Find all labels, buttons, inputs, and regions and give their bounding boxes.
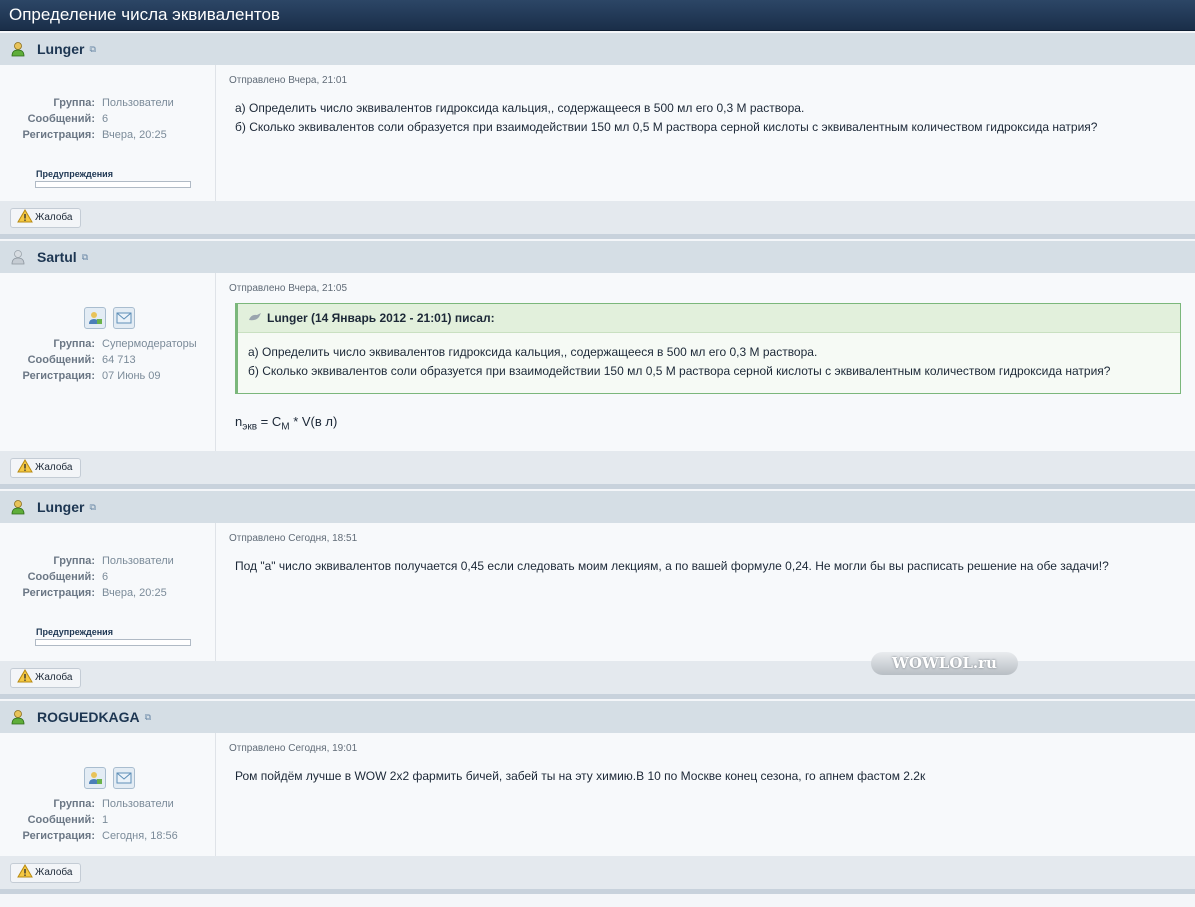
quote-icon <box>248 311 262 325</box>
group-value: Пользователи <box>102 555 174 567</box>
quote-header: Lunger (14 Январь 2012 - 21:01) писал: <box>238 304 1180 333</box>
user-online-icon <box>10 709 26 725</box>
group-label: Группа: <box>53 798 95 810</box>
profile-card-icon[interactable] <box>83 307 106 329</box>
quote-line: а) Определить число эквивалентов гидрокс… <box>248 345 818 359</box>
posts-count: 6 <box>102 571 109 583</box>
group-label: Группа: <box>53 97 95 109</box>
formula-n-sub: экв <box>242 421 258 433</box>
author-name-link[interactable]: Lunger <box>37 499 84 515</box>
posts-label: Сообщений: <box>27 571 95 583</box>
post-text: Под "а" число эквивалентов получается 0,… <box>229 557 1195 576</box>
report-button[interactable]: Жалоба <box>10 862 82 883</box>
formula-c-sub: M <box>281 421 290 433</box>
group-value: Пользователи <box>102 97 174 109</box>
author-name-link[interactable]: Sartul <box>37 249 77 265</box>
posted-date: Отправлено Сегодня, 19:01 <box>229 743 358 754</box>
warning-icon <box>17 459 33 476</box>
quote-author: Lunger (14 Январь 2012 - 21:01) писал: <box>267 311 495 325</box>
group-value: Супермодераторы <box>102 338 197 350</box>
quote-body: а) Определить число эквивалентов гидрокс… <box>238 333 1180 393</box>
post-header: Lunger ⧉ <box>0 489 1195 523</box>
formula-text: nэкв = CM * V(в л) <box>229 414 1195 433</box>
warnings-bar <box>35 181 191 188</box>
group-value: Пользователи <box>102 798 174 810</box>
post-text-line: Под "а" число эквивалентов получается 0,… <box>235 559 1109 573</box>
registered-value: Вчера, 20:25 <box>102 129 167 141</box>
quote-line: б) Сколько эквивалентов соли образуется … <box>248 364 1111 378</box>
author-info: Группа: Пользователи Сообщений: 6 Регистра… <box>0 65 216 201</box>
post-text: а) Определить число эквивалентов гидрокс… <box>229 99 1195 137</box>
warning-icon <box>17 669 33 686</box>
profile-card-icon[interactable] <box>83 767 106 789</box>
post-text-line: а) Определить число эквивалентов гидрокс… <box>235 101 805 115</box>
report-button[interactable]: Жалоба <box>10 667 82 688</box>
external-link-icon[interactable]: ⧉ <box>89 44 95 55</box>
author-info: Группа: Супермодераторы Сообщений: 64 713 … <box>0 273 216 451</box>
registered-label: Регистрация: <box>22 129 95 141</box>
warning-icon <box>17 209 33 226</box>
author-name-link[interactable]: Lunger <box>37 41 84 57</box>
formula-eq: = C <box>257 414 282 429</box>
posts-count: 1 <box>102 814 109 826</box>
watermark: WOWLOL.ru <box>871 652 1018 675</box>
post-footer: Жалоба <box>0 451 1195 489</box>
posts-count: 64 713 <box>102 354 136 366</box>
quote-block: Lunger (14 Январь 2012 - 21:01) писал: а… <box>235 303 1181 394</box>
author-name-link[interactable]: ROGUEDKAGA <box>37 709 140 725</box>
user-offline-icon <box>10 249 26 265</box>
posted-date: Отправлено Сегодня, 18:51 <box>229 533 358 544</box>
post-text-line: Ром пойдём лучше в WOW 2х2 фармить бичей… <box>235 769 926 783</box>
warnings-label: Предупреждения <box>36 169 113 179</box>
warnings-label: Предупреждения <box>36 627 113 637</box>
post-footer: Жалоба <box>0 201 1195 239</box>
post-footer: Жалоба <box>0 856 1195 894</box>
author-info: Группа: Пользователи Сообщений: 6 Регистра… <box>0 523 216 661</box>
post: Lunger ⧉ Группа: Пользователи Сообщений: 6… <box>0 31 1195 239</box>
report-label: Жалоба <box>35 672 73 683</box>
report-label: Жалоба <box>35 462 73 473</box>
warning-icon <box>17 864 33 881</box>
user-online-icon <box>10 499 26 515</box>
posts-label: Сообщений: <box>27 354 95 366</box>
post-header: ROGUEDKAGA ⧉ <box>0 699 1195 733</box>
registered-value: Вчера, 20:25 <box>102 587 167 599</box>
report-label: Жалоба <box>35 212 73 223</box>
external-link-icon[interactable]: ⧉ <box>89 502 95 513</box>
posted-date: Отправлено Вчера, 21:05 <box>229 283 348 294</box>
send-message-icon[interactable] <box>112 307 135 329</box>
registered-value: 07 Июнь 09 <box>102 370 161 382</box>
post: ROGUEDKAGA ⧉ Группа: Пользователи Сообщен… <box>0 699 1195 894</box>
post-text-line: б) Сколько эквивалентов соли образуется … <box>235 120 1098 134</box>
registered-label: Регистрация: <box>22 830 95 842</box>
user-online-icon <box>10 41 26 57</box>
report-button[interactable]: Жалоба <box>10 457 82 478</box>
registered-value: Сегодня, 18:56 <box>102 830 178 842</box>
post: Sartul ⧉ Группа: Супермодераторы Сообщени… <box>0 239 1195 489</box>
registered-label: Регистрация: <box>22 370 95 382</box>
posted-date: Отправлено Вчера, 21:01 <box>229 75 348 86</box>
warnings-bar <box>35 639 191 646</box>
send-message-icon[interactable] <box>112 767 135 789</box>
posts-label: Сообщений: <box>27 814 95 826</box>
external-link-icon[interactable]: ⧉ <box>82 252 88 263</box>
posts-label: Сообщений: <box>27 113 95 125</box>
external-link-icon[interactable]: ⧉ <box>145 712 151 723</box>
formula-rest: * V(в л) <box>289 414 338 429</box>
group-label: Группа: <box>53 555 95 567</box>
report-button[interactable]: Жалоба <box>10 207 82 228</box>
registered-label: Регистрация: <box>22 587 95 599</box>
author-info: Группа: Пользователи Сообщений: 1 Регистра… <box>0 733 216 856</box>
posts-count: 6 <box>102 113 109 125</box>
topic-title: Определение числа эквивалентов <box>0 0 1195 31</box>
post-header: Lunger ⧉ <box>0 31 1195 65</box>
post-text: Ром пойдём лучше в WOW 2х2 фармить бичей… <box>229 767 1195 786</box>
group-label: Группа: <box>53 338 95 350</box>
report-label: Жалоба <box>35 867 73 878</box>
post-header: Sartul ⧉ <box>0 239 1195 273</box>
